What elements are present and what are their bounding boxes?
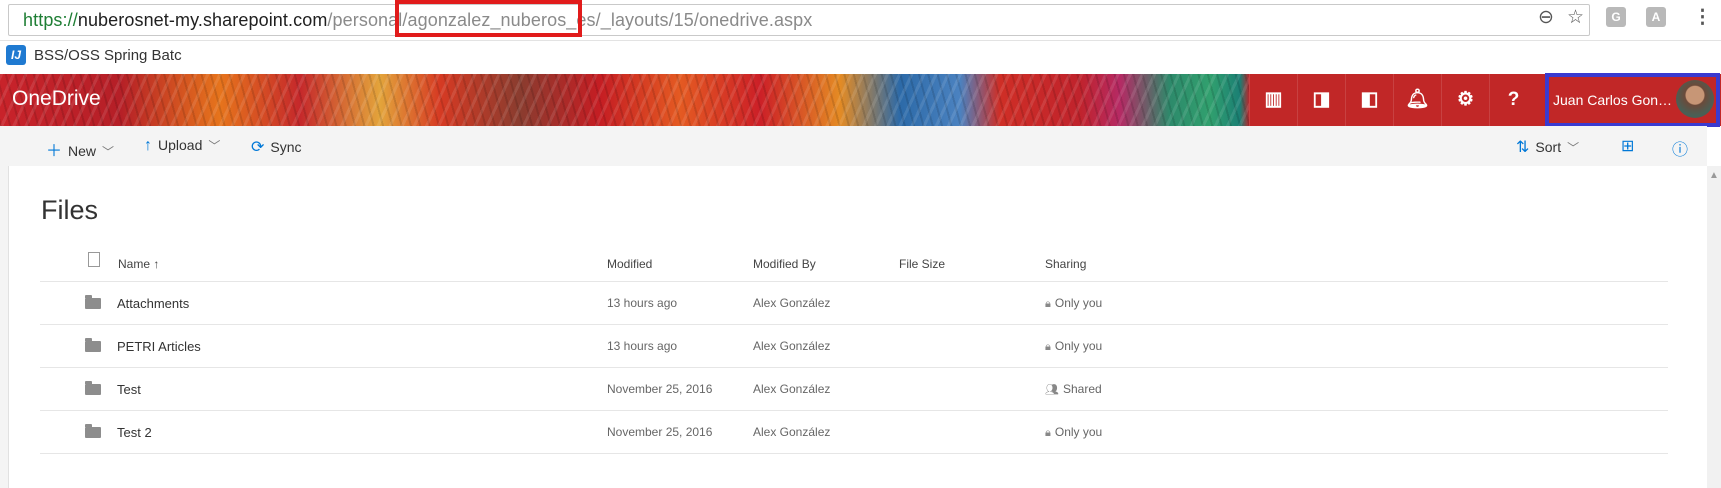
modified-by: Alex González	[753, 296, 831, 310]
chevron-down-icon: ﹀	[102, 145, 115, 159]
people-icon: 👥︎	[1045, 384, 1059, 396]
sort-icon: ⇅	[1516, 139, 1530, 156]
file-name[interactable]: PETRI Articles	[117, 339, 201, 354]
sync-icon: ⟳	[251, 139, 265, 156]
table-row[interactable]: Test November 25, 2016 Alex González 👥︎ S…	[40, 368, 1668, 411]
bookmarks-bar: IJ BSS/OSS Spring Batc	[0, 41, 1721, 73]
modified-by: Alex González	[753, 425, 831, 439]
modified-date: 13 hours ago	[607, 339, 678, 353]
outlook-icon: ◨	[1312, 89, 1331, 110]
lock-icon: 🔒︎	[1045, 298, 1051, 310]
gear-icon: ⚙	[1456, 89, 1475, 110]
folder-icon	[85, 424, 101, 438]
sharing-status: 🔒︎ Only you	[1045, 339, 1103, 353]
sort-button[interactable]: ⇅ Sort ﹀	[1516, 137, 1579, 157]
file-name[interactable]: Test	[117, 382, 141, 397]
scroll-up-arrow-icon[interactable]: ▲	[1709, 170, 1719, 181]
file-type-icon[interactable]	[88, 252, 100, 267]
office-icon: ◧	[1360, 89, 1379, 110]
bookmark-item[interactable]: BSS/OSS Spring Batc	[34, 47, 182, 64]
chevron-down-icon: ﹀	[1567, 141, 1580, 155]
highlight-box-username	[395, 0, 582, 37]
help-button[interactable]: ?	[1489, 74, 1537, 126]
notifications-button[interactable]: 🔔︎	[1393, 74, 1441, 126]
header-modified-by[interactable]: Modified By	[753, 257, 816, 271]
onedrive-brand-link[interactable]: OneDrive	[12, 87, 101, 111]
translate-extension-icon[interactable]: G	[1606, 7, 1626, 27]
modified-date: 13 hours ago	[607, 296, 678, 310]
upload-button[interactable]: ↑ Upload ﹀	[144, 137, 220, 155]
file-name[interactable]: Test 2	[117, 425, 152, 440]
table-row[interactable]: PETRI Articles 13 hours ago Alex Gonzále…	[40, 325, 1668, 368]
kebab-menu-icon[interactable]: ⋮	[1693, 6, 1712, 29]
upload-arrow-icon: ↑	[144, 137, 152, 154]
folder-icon	[85, 338, 101, 352]
browser-toolbar: https://nuberosnet-my.sharepoint.com/per…	[0, 0, 1721, 41]
sharing-status: 🔒︎ Only you	[1045, 425, 1103, 439]
zoom-out-icon[interactable]: ⊖	[1538, 6, 1554, 29]
address-bar[interactable]: https://nuberosnet-my.sharepoint.com/per…	[8, 4, 1590, 36]
bookmark-star-icon[interactable]: ☆	[1567, 6, 1584, 29]
modified-by: Alex González	[753, 382, 831, 396]
header-sharing[interactable]: Sharing	[1045, 257, 1086, 271]
view-grid-icon[interactable]: ⊞	[1621, 136, 1634, 156]
chevron-down-icon: ﹀	[208, 139, 221, 153]
settings-button[interactable]: ⚙	[1441, 74, 1489, 126]
info-icon[interactable]: ⓘ	[1672, 136, 1688, 160]
header-file-size[interactable]: File Size	[899, 257, 945, 271]
intellij-icon: IJ	[6, 45, 26, 65]
modified-date: November 25, 2016	[607, 382, 713, 396]
file-name[interactable]: Attachments	[117, 296, 189, 311]
help-icon: ?	[1507, 89, 1520, 110]
powerbi-icon: ▥	[1264, 89, 1283, 110]
folder-icon	[85, 295, 101, 309]
lock-icon: 🔒︎	[1045, 427, 1051, 439]
modified-date: November 25, 2016	[607, 425, 713, 439]
sharing-status: 👥︎ Shared	[1045, 382, 1102, 396]
bell-icon: 🔔︎	[1405, 89, 1430, 110]
table-header: Name ↑ Modified Modified By File Size Sh…	[40, 252, 1668, 282]
table-row[interactable]: Test 2 November 25, 2016 Alex González 🔒…	[40, 411, 1668, 454]
powerbi-button[interactable]: ▥	[1249, 74, 1297, 126]
left-nav-strip	[0, 126, 9, 488]
lock-icon: 🔒︎	[1045, 341, 1051, 353]
header-modified[interactable]: Modified	[607, 257, 652, 271]
plus-icon: ＋	[46, 143, 63, 160]
command-bar: ＋ New ﹀ ↑ Upload ﹀ ⟳ Sync ⇅ Sort ﹀ ⊞ ⓘ	[8, 126, 1707, 166]
highlight-box-account	[1545, 73, 1720, 127]
scrollbar[interactable]	[1707, 166, 1721, 488]
sharing-status: 🔒︎ Only you	[1045, 296, 1103, 310]
page-title: Files	[41, 195, 99, 225]
office-button[interactable]: ◧	[1345, 74, 1393, 126]
table-row[interactable]: Attachments 13 hours ago Alex González 🔒…	[40, 282, 1668, 325]
outlook-button[interactable]: ◨	[1297, 74, 1345, 126]
shared-folder-icon	[85, 381, 101, 395]
modified-by: Alex González	[753, 339, 831, 353]
pdf-extension-icon[interactable]: A	[1646, 7, 1666, 27]
sync-button[interactable]: ⟳ Sync	[251, 137, 302, 157]
new-button[interactable]: ＋ New ﹀	[46, 137, 114, 161]
header-name[interactable]: Name ↑	[118, 257, 159, 271]
